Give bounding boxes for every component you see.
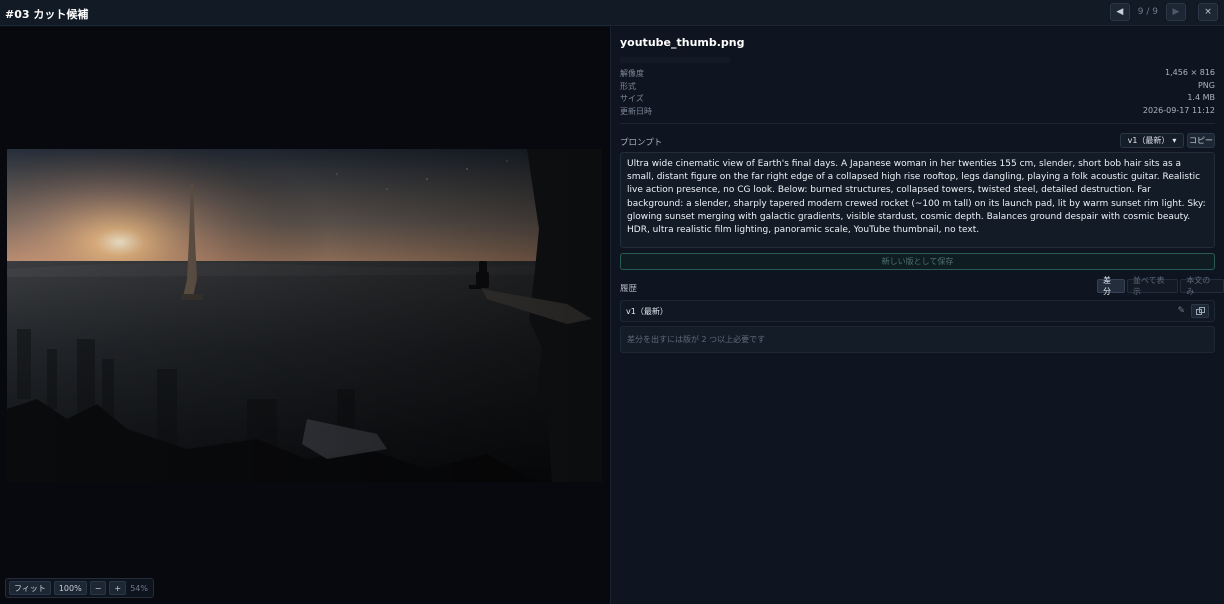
file-meta-list: 解像度 1,456 × 816 形式 PNG サイズ 1.4 MB 更新日時 2… bbox=[620, 68, 1215, 118]
meta-value: PNG bbox=[1197, 80, 1215, 90]
header-bar: #03 カット候補 ◀ 9 / 9 ▶ × bbox=[0, 0, 1224, 26]
duplicate-button[interactable] bbox=[1191, 304, 1209, 318]
prompt-section-label: プロンプト bbox=[620, 138, 663, 148]
chevron-down-icon: ▾ bbox=[1172, 136, 1177, 145]
zoom-out-button[interactable]: − bbox=[89, 581, 107, 595]
history-entry-label: v1（最新） bbox=[626, 306, 668, 316]
meta-label: 解像度 bbox=[620, 69, 644, 78]
meta-value: 1,456 × 816 bbox=[1165, 68, 1215, 77]
prev-button[interactable]: ◀ bbox=[1109, 3, 1130, 21]
copy-button[interactable]: コピー bbox=[1187, 133, 1215, 148]
zoom-percent: 54% bbox=[130, 583, 148, 593]
zoom-100-button[interactable]: 100% bbox=[53, 581, 87, 595]
image-counter: 9 / 9 bbox=[1137, 7, 1158, 17]
meta-row-format: 形式 PNG bbox=[620, 81, 1215, 94]
tab-diff[interactable]: 差分 bbox=[1097, 276, 1125, 296]
meta-row-modified: 更新日時 2026-09-17 11:12 bbox=[620, 106, 1215, 119]
zoom-toolbar: フィット 100% − + 54% bbox=[5, 578, 154, 598]
nav-controls: ◀ 9 / 9 ▶ × bbox=[1109, 3, 1218, 21]
details-panel: youtube_thumb.png 解像度 1,456 × 816 形式 PNG… bbox=[611, 27, 1224, 604]
meta-row-size: サイズ 1.4 MB bbox=[620, 93, 1215, 106]
tab-text-only[interactable]: 本文のみ bbox=[1180, 276, 1224, 296]
section-divider bbox=[620, 123, 1215, 124]
file-subline bbox=[620, 57, 730, 63]
window-title: #03 カット候補 bbox=[5, 8, 89, 21]
save-as-new-version-button[interactable]: 新しい版として保存 bbox=[620, 253, 1215, 270]
copy-icon bbox=[1195, 306, 1205, 315]
tab-side-by-side[interactable]: 並べて表示 bbox=[1126, 276, 1179, 296]
meta-row-resolution: 解像度 1,456 × 816 bbox=[620, 68, 1215, 81]
meta-value: 2026-09-17 11:12 bbox=[1142, 105, 1215, 115]
history-entry-actions: ✎ bbox=[1177, 304, 1209, 318]
version-select-value: v1（最新） bbox=[1127, 136, 1170, 145]
meta-value: 1.4 MB bbox=[1187, 93, 1215, 102]
image-viewer[interactable]: フィット 100% − + 54% bbox=[0, 27, 610, 604]
next-button[interactable]: ▶ bbox=[1166, 3, 1186, 21]
file-name: youtube_thumb.png bbox=[620, 36, 745, 49]
close-button[interactable]: × bbox=[1198, 3, 1218, 21]
pencil-icon[interactable]: ✎ bbox=[1177, 306, 1185, 316]
history-entry[interactable]: v1（最新） ✎ bbox=[620, 300, 1215, 322]
preview-image[interactable] bbox=[7, 149, 602, 482]
preview-image-graphic bbox=[7, 149, 602, 482]
prompt-textarea[interactable]: Ultra wide cinematic view of Earth's fin… bbox=[620, 152, 1215, 248]
version-select[interactable]: v1（最新） ▾ bbox=[1120, 133, 1184, 148]
meta-label: 形式 bbox=[620, 81, 636, 91]
meta-label: サイズ bbox=[620, 94, 644, 103]
zoom-in-button[interactable]: + bbox=[109, 581, 127, 595]
zoom-fit-button[interactable]: フィット bbox=[9, 581, 51, 595]
history-view-tabs: 差分 並べて表示 本文のみ bbox=[1097, 276, 1224, 296]
history-section-label: 履歴 bbox=[620, 284, 638, 294]
meta-label: 更新日時 bbox=[620, 106, 652, 116]
diff-notice: 差分を出すには版が 2 つ以上必要です bbox=[620, 326, 1215, 353]
